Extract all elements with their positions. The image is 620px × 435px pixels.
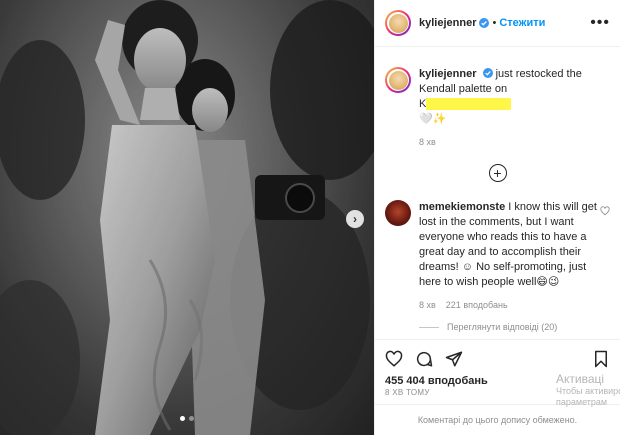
instagram-post: › kyliejenner • Стежити ••• kyliejenner <box>0 0 620 435</box>
caption-emojis: 🤍✨ <box>419 113 447 125</box>
comment-age: 8 хв <box>419 300 436 310</box>
post-time: 8 ХВ ТОМУ <box>385 388 430 397</box>
likes-count[interactable]: 455 404 вподобань <box>385 375 610 387</box>
follow-button[interactable]: Стежити <box>499 17 545 29</box>
carousel-dots <box>180 416 194 421</box>
verified-badge-icon <box>479 18 490 28</box>
load-more-comments-icon[interactable]: + <box>488 164 507 182</box>
post-actions: 455 404 вподобань <box>375 339 620 387</box>
post-photo[interactable]: › <box>0 0 374 435</box>
view-replies[interactable]: Переглянути відповіді (20) <box>419 322 610 332</box>
caption-highlighted-link: __________.com <box>426 98 512 110</box>
caption-username[interactable]: kyliejenner <box>419 68 476 80</box>
share-icon[interactable] <box>445 350 463 368</box>
author-avatar[interactable] <box>385 10 411 36</box>
carousel-dot-active <box>180 416 185 421</box>
view-replies-label[interactable]: Переглянути відповіді (20) <box>447 322 557 332</box>
comment-likes[interactable]: 221 вподобань <box>446 300 508 310</box>
comment-body: I know this will get lost in the comment… <box>419 201 597 288</box>
comments-disabled-notice: Коментарі до цього допису обмежено. <box>375 404 620 435</box>
more-options-icon[interactable]: ••• <box>590 14 610 32</box>
replies-line <box>419 326 439 328</box>
post-sidebar: kyliejenner • Стежити ••• kyliejenner ju… <box>374 0 620 435</box>
commenter-avatar[interactable] <box>385 200 411 226</box>
post-header: kyliejenner • Стежити ••• <box>375 0 620 47</box>
caption-avatar[interactable] <box>385 67 411 93</box>
comment-icon[interactable] <box>415 350 433 368</box>
verified-badge-icon <box>482 68 493 78</box>
like-comment-heart-icon[interactable] <box>600 206 610 216</box>
caption-age: 8 хв <box>419 137 436 147</box>
carousel-dot <box>189 416 194 421</box>
comment-text: memekiemonste I know this will get lost … <box>419 200 599 290</box>
comment-meta: 8 хв 221 вподобань <box>419 300 610 310</box>
heart-icon[interactable] <box>385 350 403 368</box>
caption-text: kyliejenner just restocked the Kendall p… <box>419 67 599 150</box>
dot-separator: • <box>492 17 497 29</box>
bookmark-icon[interactable] <box>592 350 610 368</box>
comments-section: kyliejenner just restocked the Kendall p… <box>375 47 620 339</box>
next-slide-button[interactable]: › <box>346 210 364 228</box>
photo-illustration <box>0 0 374 435</box>
caption: kyliejenner just restocked the Kendall p… <box>385 67 610 150</box>
commenter-username[interactable]: memekiemonste <box>419 201 505 213</box>
caption-hidden-url: __________.com <box>426 98 512 110</box>
author-username[interactable]: kyliejenner <box>419 17 476 29</box>
comment-item: memekiemonste I know this will get lost … <box>385 200 610 290</box>
